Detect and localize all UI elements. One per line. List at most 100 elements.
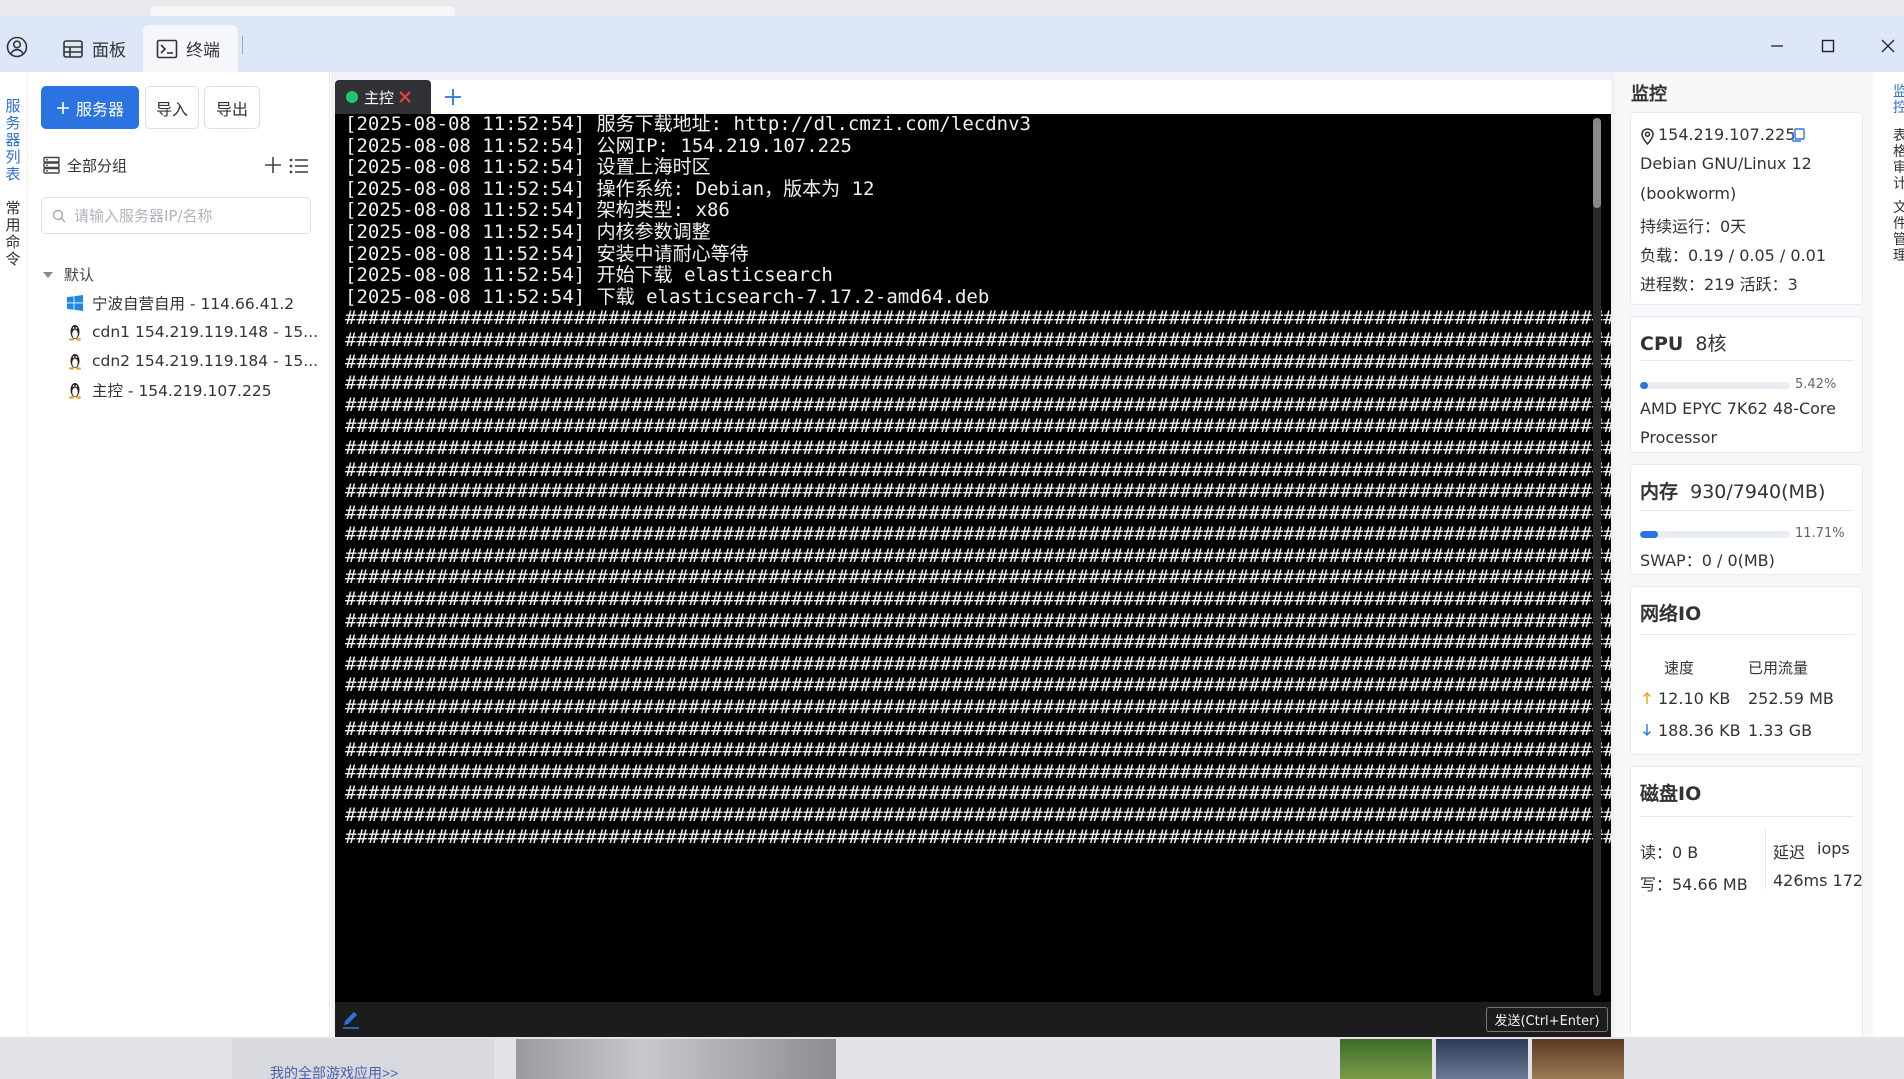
- server-item[interactable]: cdn1 154.219.119.148 - 15...: [66, 319, 336, 345]
- rail-server-list[interactable]: 服务器列表: [4, 98, 22, 183]
- add-server-button[interactable]: 服务器: [41, 86, 139, 129]
- terminal-progress-line: ########################################…: [345, 609, 1611, 632]
- cpu-cores: 8核: [1695, 333, 1727, 355]
- rail-table-audit[interactable]: 表格审计: [1893, 128, 1904, 192]
- upload-speed: 12.10 KB: [1658, 689, 1731, 708]
- maximize-icon: [1821, 39, 1835, 53]
- system-info-card: 154.219.107.225 Debian GNU/Linux 12 (boo…: [1630, 112, 1863, 305]
- divider: [1640, 510, 1854, 511]
- server-sidebar: 服务器 导入 导出 全部分组 默认 宁波自营自用 - 114.66.41.2 c…: [28, 72, 330, 1037]
- terminal-progress-line: ########################################…: [345, 501, 1611, 524]
- server-group-icon: [43, 156, 60, 174]
- memory-percent: 11.71%: [1795, 526, 1845, 541]
- server-item[interactable]: 宁波自营自用 - 114.66.41.2: [66, 290, 336, 316]
- divider: [1765, 829, 1766, 889]
- group-default[interactable]: 默认: [42, 264, 94, 285]
- server-item[interactable]: 主控 - 154.219.107.225: [66, 377, 336, 403]
- copy-icon[interactable]: [1791, 128, 1806, 143]
- cpu-label: CPU: [1640, 333, 1684, 355]
- server-name: cdn2 154.219.119.184 - 15...: [92, 352, 319, 370]
- games-link[interactable]: 我的全部游戏应用>>: [270, 1063, 398, 1079]
- terminal-lines: [2025-08-08 11:52:54] 服务下载地址: http://dl.…: [345, 114, 1611, 848]
- download-arrow-icon: [1643, 724, 1651, 736]
- terminal-output[interactable]: [2025-08-08 11:52:54] 服务下载地址: http://dl.…: [335, 114, 1611, 1002]
- close-tab-icon[interactable]: [398, 90, 412, 104]
- memory-usage-fill: [1640, 531, 1658, 538]
- download-used: 1.33 GB: [1748, 721, 1813, 740]
- cpu-card: CPU 8核 5.42% AMD EPYC 7K62 48-Core Proce…: [1630, 316, 1863, 453]
- terminal-progress-line: ########################################…: [345, 436, 1611, 459]
- server-ip: 154.219.107.225: [1658, 125, 1796, 144]
- terminal-progress-line: ########################################…: [345, 544, 1611, 567]
- divider: [1640, 816, 1854, 817]
- terminal-input-bar: 发送(Ctrl+Enter): [335, 1002, 1611, 1037]
- app-window: 面板 终端 服务器列表 常用命令 服务器 导入 导出 全部分组 请输入服务器IP…: [0, 16, 1904, 1037]
- location-icon: [1641, 128, 1654, 145]
- rail-common-commands[interactable]: 常用命令: [4, 200, 22, 268]
- terminal-progress-line: ########################################…: [345, 307, 1611, 330]
- cpu-usage-bar: [1640, 382, 1790, 389]
- close-icon: [1881, 39, 1895, 53]
- server-item[interactable]: cdn2 154.219.119.184 - 15...: [66, 348, 336, 374]
- disk-read: 读：0 B: [1640, 843, 1699, 862]
- close-button[interactable]: [1873, 32, 1903, 60]
- minimize-icon: [1771, 45, 1783, 47]
- disk-latency-value: 426ms 172: [1773, 871, 1864, 890]
- edit-icon[interactable]: [341, 1010, 361, 1030]
- windows-icon: [67, 295, 83, 311]
- terminal-line: [2025-08-08 11:52:54] 服务下载地址: http://dl.…: [345, 114, 1031, 135]
- game-thumb-2[interactable]: [1436, 1039, 1528, 1079]
- monitor-panel: 监控 154.219.107.225 Debian GNU/Linux 12 (…: [1615, 72, 1873, 1037]
- terminal-progress-line: ########################################…: [345, 480, 1611, 503]
- memory-card: 内存 930/7940(MB) 11.71% SWAP：0 / 0(MB): [1630, 464, 1863, 575]
- search-icon: [52, 209, 66, 222]
- col-used: 已用流量: [1748, 659, 1809, 677]
- search-input[interactable]: [74, 206, 294, 225]
- rail-file-manager[interactable]: 文件管理: [1893, 200, 1904, 264]
- terminal-progress-line: ########################################…: [345, 458, 1611, 481]
- add-tab-icon[interactable]: [442, 86, 464, 108]
- upload-arrow-icon: [1643, 692, 1651, 704]
- network-header: 网络IO: [1640, 599, 1701, 626]
- tab-separator: [242, 36, 243, 54]
- terminal-progress-line: ########################################…: [345, 415, 1611, 438]
- send-button[interactable]: 发送(Ctrl+Enter): [1486, 1007, 1608, 1032]
- linux-icon: [69, 354, 81, 370]
- user-icon[interactable]: [6, 36, 28, 58]
- minimize-button[interactable]: [1762, 32, 1792, 60]
- divider: [1640, 360, 1854, 361]
- game-thumb-1[interactable]: [1340, 1039, 1432, 1079]
- scrollbar-thumb[interactable]: [1593, 118, 1601, 208]
- rail-monitor[interactable]: 监控: [1893, 84, 1904, 116]
- list-icon[interactable]: [288, 156, 310, 176]
- terminal-line: [2025-08-08 11:52:54] 下载 elasticsearch-7…: [345, 285, 990, 308]
- process-count: 进程数：219 活跃：3: [1640, 275, 1798, 294]
- export-button[interactable]: 导出: [204, 86, 260, 129]
- terminal-tab-main[interactable]: 主控: [335, 80, 431, 114]
- group-label: 全部分组: [67, 156, 128, 175]
- terminal-line: [2025-08-08 11:52:54] 设置上海时区: [345, 156, 711, 179]
- tab-panel[interactable]: 面板: [62, 25, 142, 72]
- import-button[interactable]: 导入: [145, 86, 199, 129]
- add-group-icon[interactable]: [262, 154, 284, 176]
- disk-latency-label: 延迟: [1773, 843, 1806, 862]
- terminal-progress-line: ########################################…: [345, 631, 1611, 654]
- server-search[interactable]: [41, 197, 311, 234]
- terminal-tab-label: 主控: [364, 88, 395, 107]
- terminal-line: [2025-08-08 11:52:54] 公网IP: 154.219.107.…: [345, 134, 852, 157]
- os-line-2: (bookworm): [1640, 184, 1737, 203]
- desktop-background-bottom: 我的全部游戏应用>>: [0, 1037, 1904, 1079]
- terminal-line: [2025-08-08 11:52:54] 操作系统: Debian，版本为 1…: [345, 177, 875, 200]
- col-speed: 速度: [1664, 659, 1695, 677]
- tab-terminal[interactable]: 终端: [143, 25, 238, 72]
- disk-card: 磁盘IO 读：0 B 延迟 iops 写：54.66 MB 426ms 172: [1630, 766, 1863, 1037]
- terminal-progress-line: ########################################…: [345, 350, 1611, 373]
- memory-usage-bar: [1640, 531, 1790, 538]
- terminal-scrollbar[interactable]: [1593, 118, 1601, 996]
- left-rail: 服务器列表 常用命令: [0, 72, 28, 1037]
- game-thumb-3[interactable]: [1532, 1039, 1624, 1079]
- maximize-button[interactable]: [1813, 32, 1843, 60]
- tab-panel-label: 面板: [92, 41, 126, 61]
- cpu-model-line-1: AMD EPYC 7K62 48-Core: [1640, 399, 1836, 418]
- disk-label: 磁盘IO: [1640, 783, 1702, 805]
